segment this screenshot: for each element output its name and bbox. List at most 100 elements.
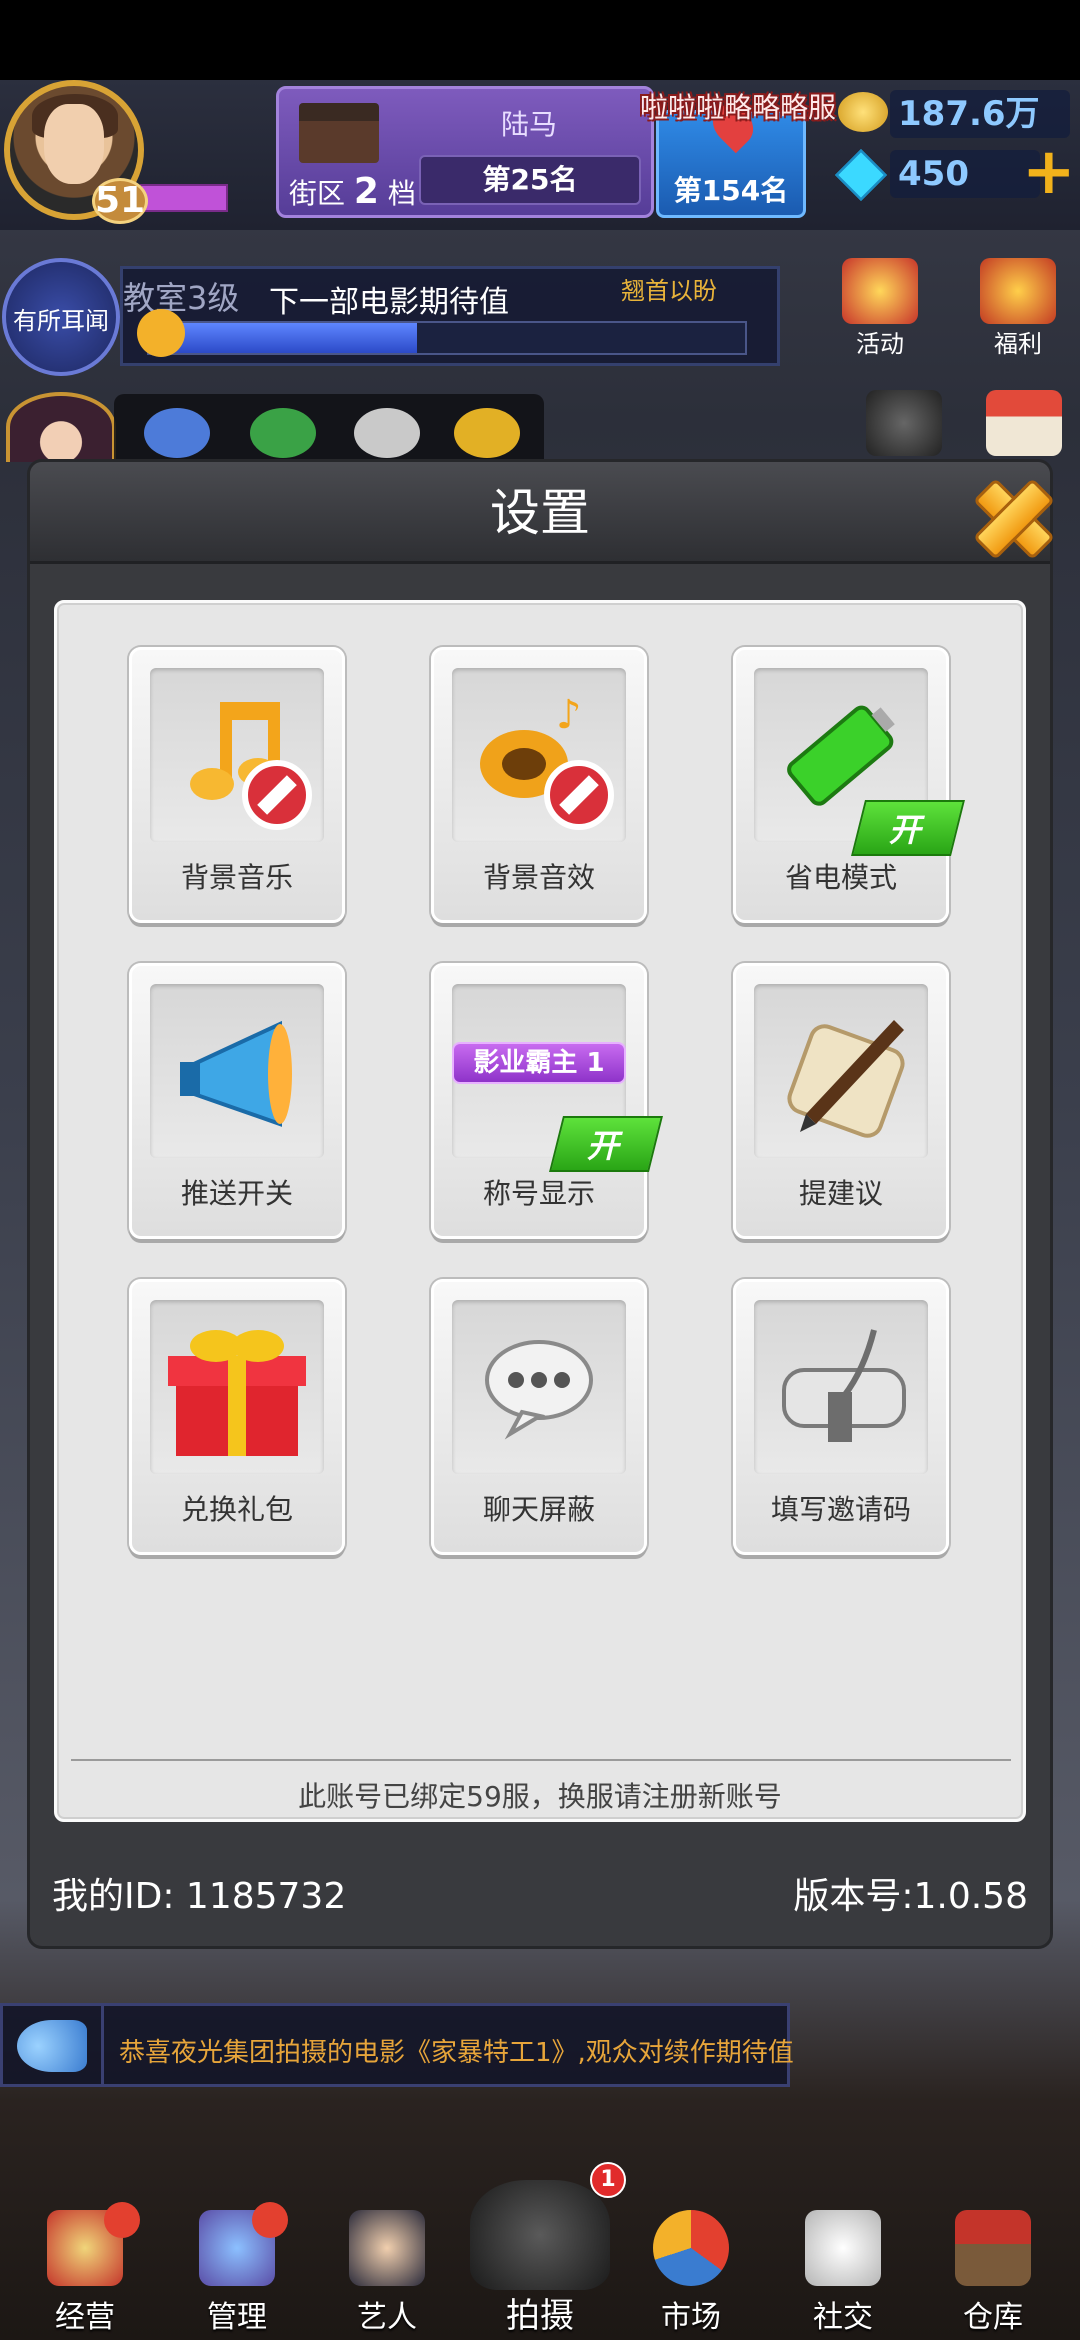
movie-expectation-panel[interactable]: 教室3级 下一部电影期待值 翘首以盼	[120, 266, 780, 366]
invite-code-button[interactable]: 填写邀请码	[733, 1279, 949, 1555]
server-binding-note: 此账号已绑定59服，换服请注册新账号	[298, 1780, 782, 1813]
tile-label: 背景音效	[482, 861, 595, 894]
chat-bubble-icon	[485, 1340, 593, 1440]
welfare-button[interactable]: 福利	[970, 258, 1066, 358]
settings-header: 设置	[30, 462, 1050, 564]
invite-code-well	[754, 1300, 928, 1474]
divider	[71, 1759, 1011, 1761]
tile-label: 省电模式	[784, 861, 897, 894]
power-saving-well: 开	[754, 668, 965, 856]
settings-title: 设置	[490, 484, 590, 542]
nav-business[interactable]: 经营	[10, 2210, 160, 2340]
assistant-avatar[interactable]	[6, 392, 116, 462]
nav-shoot[interactable]: 1 拍摄	[450, 2160, 630, 2340]
film-camera-icon	[866, 390, 942, 456]
quill-scroll-icon	[787, 1020, 905, 1138]
shop-icon	[986, 390, 1062, 456]
expectation-hint: 翘首以盼	[621, 277, 717, 305]
nav-artists[interactable]: 艺人	[312, 2210, 462, 2340]
server-rank: 第154名	[673, 174, 789, 207]
buzz-badge[interactable]: 有所耳闻	[2, 258, 120, 376]
gift-icon	[980, 258, 1056, 324]
nav-label: 拍摄	[506, 2296, 574, 2336]
district-rank: 第25名	[419, 155, 641, 205]
tile-label: 称号显示	[482, 1177, 595, 1210]
push-well	[150, 984, 324, 1158]
nav-label: 管理	[207, 2300, 267, 2335]
close-icon[interactable]	[966, 470, 1056, 560]
sound-effects-well: ♪	[452, 668, 626, 842]
expectation-title: 下一部电影期待值	[269, 285, 509, 320]
nav-label: 仓库	[963, 2300, 1023, 2335]
tile-label: 提建议	[798, 1177, 883, 1210]
gift-box-icon	[168, 1330, 306, 1456]
push-notification-toggle[interactable]: 推送开关	[129, 963, 345, 1239]
player-id: 我的ID: 1185732	[52, 1876, 347, 1917]
treasure-chest-icon	[842, 258, 918, 324]
tile-label: 兑换礼包	[180, 1493, 293, 1526]
nav-manage[interactable]: 管理	[162, 2210, 312, 2340]
chat-block-well	[452, 1300, 626, 1474]
house-icon	[299, 103, 379, 163]
svg-text:♪: ♪	[556, 692, 582, 738]
deal-icon[interactable]	[250, 408, 316, 458]
expectation-bar	[147, 321, 747, 355]
notification-dot	[104, 2202, 140, 2238]
event-label: 活动	[856, 330, 904, 358]
heart-eyes-emoji-icon	[137, 309, 185, 357]
title-display-well: 影业霸主 1 开	[452, 984, 663, 1172]
settings-panel: 背景音乐 ♪ 背景音效 开 省电模式 推送开关 影业霸主 1 开 称号显示 提建…	[54, 600, 1026, 1822]
artist-icon	[349, 2210, 425, 2286]
server-rank-button[interactable]: 第154名	[656, 96, 806, 218]
feedback-button[interactable]: 提建议	[733, 963, 949, 1239]
sound-effects-toggle[interactable]: ♪ 背景音效	[431, 647, 647, 923]
nav-label: 经营	[55, 2300, 115, 2335]
redeem-gift-button[interactable]: 兑换礼包	[129, 1279, 345, 1555]
tile-label: 推送开关	[180, 1177, 293, 1210]
handshake-icon[interactable]	[144, 408, 210, 458]
chat-block-button[interactable]: 聊天屏蔽	[431, 1279, 647, 1555]
coins-icon[interactable]	[454, 408, 520, 458]
ticker-separator	[101, 2006, 104, 2084]
quick-action-bar	[114, 394, 544, 462]
district-zone-label: 街区	[289, 177, 346, 210]
event-button[interactable]: 活动	[832, 258, 928, 358]
district-name: 陆马	[500, 108, 557, 141]
ticker-text: 恭喜夜光集团拍摄的电影《家暴特工1》,观众对续作期待值	[119, 2038, 794, 2068]
settings-dialog: 设置 背景音乐 ♪ 背景音效 开 省电模式 推送开关 影业霸主 1 开 称号显示…	[30, 462, 1050, 1946]
coffee-cup-icon	[805, 2210, 881, 2286]
district-tier: 2	[353, 171, 379, 212]
welfare-label: 福利	[994, 330, 1042, 358]
nav-market[interactable]: 市场	[616, 2210, 766, 2340]
power-saving-toggle[interactable]: 开 省电模式	[733, 647, 965, 923]
tile-label: 聊天屏蔽	[482, 1493, 595, 1526]
nav-warehouse[interactable]: 仓库	[918, 2210, 1068, 2340]
gold-coin-icon	[838, 92, 888, 132]
title-display-toggle[interactable]: 影业霸主 1 开 称号显示	[431, 963, 663, 1239]
warehouse-icon	[955, 2210, 1031, 2286]
broadcast-ticker[interactable]: 恭喜夜光集团拍摄的电影《家暴特工1》,观众对续作期待值	[0, 2003, 794, 2087]
nav-social[interactable]: 社交	[768, 2210, 918, 2340]
tile-label: 背景音乐	[180, 861, 293, 894]
level-badge: 51	[92, 178, 148, 224]
district-panel[interactable]: 陆马 街区 2 档 第25名	[276, 86, 654, 218]
add-currency-icon[interactable]: +	[1022, 140, 1076, 204]
level-xp-bar	[140, 184, 228, 212]
bg-music-toggle[interactable]: 背景音乐	[129, 647, 345, 923]
disabled-icon	[544, 760, 614, 830]
film-camera-icon	[470, 2180, 610, 2290]
on-tag: 开	[549, 1116, 663, 1172]
cash-icon[interactable]	[354, 408, 420, 458]
pie-chart-icon	[653, 2210, 729, 2286]
nav-label: 艺人	[357, 2300, 417, 2335]
server-name: 啦啦啦略略略服	[640, 91, 837, 124]
title-banner-icon: 影业霸主 1	[452, 1042, 626, 1084]
notification-dot	[252, 2202, 288, 2238]
diamond-amount: 450	[890, 150, 1040, 198]
tile-label: 填写邀请码	[770, 1493, 911, 1526]
shoot-badge: 1	[590, 2162, 626, 2198]
bg-music-well	[150, 668, 324, 842]
megaphone-icon	[17, 2020, 87, 2072]
avatar-face	[44, 104, 104, 184]
district-tier-unit: 档	[387, 177, 416, 210]
